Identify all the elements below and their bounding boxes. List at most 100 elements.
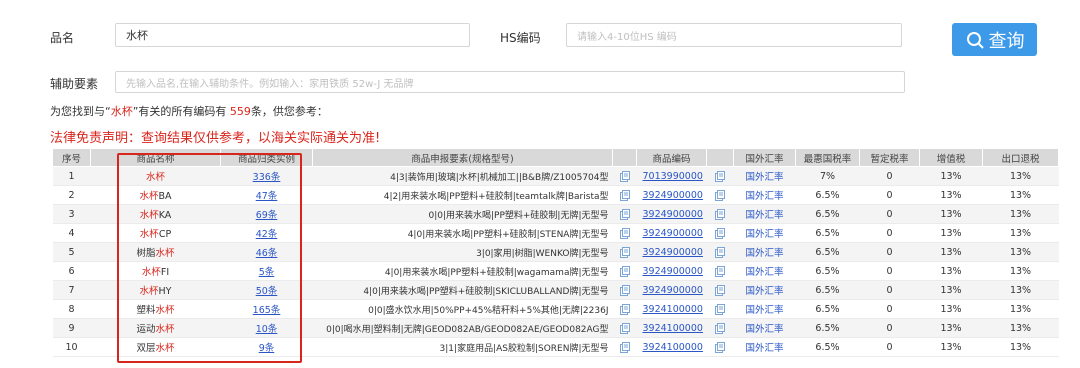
table-header-cell: 商品编码 [636, 148, 707, 167]
hs-code-link[interactable]: 7013990000 [643, 171, 703, 182]
cases-link[interactable]: 46条 [256, 248, 278, 259]
mfn-rate: 6.5% [795, 280, 860, 300]
mfn-rate: 6.5% [795, 337, 860, 357]
foreign-rate: 国外汇率 [733, 223, 796, 243]
classification-cases: 46条 [220, 242, 313, 262]
foreign-rate: 国外汇率 [733, 166, 796, 186]
copy-icon[interactable] [619, 265, 630, 277]
product-name: 水杯BA [90, 185, 221, 205]
cases-link[interactable]: 5条 [259, 267, 275, 278]
copy-icon[interactable] [715, 246, 725, 258]
copy-icon[interactable] [619, 322, 630, 334]
foreign-rate-link[interactable]: 国外汇率 [745, 248, 783, 259]
foreign-rate-link[interactable]: 国外汇率 [745, 343, 783, 354]
cases-link[interactable]: 42条 [256, 229, 278, 240]
hs-code-link[interactable]: 3924900000 [643, 228, 703, 239]
copy-icon[interactable] [619, 208, 630, 220]
copy-elements-cell [612, 166, 637, 186]
table-row: 4 水杯CP 42条 4|0|用来装水喝|PP塑料+硅胶制|STENA牌|无型号 392… [52, 223, 1059, 243]
declaration-elements: 4|0|用来装水喝|PP塑料+硅胶制|SKICLUBALLAND牌|无型号 [312, 280, 613, 300]
foreign-rate-link[interactable]: 国外汇率 [745, 305, 783, 316]
copy-icon[interactable] [619, 170, 630, 182]
vat-rate: 13% [919, 337, 983, 357]
cases-link[interactable]: 10条 [256, 324, 278, 335]
copy-icon[interactable] [715, 189, 725, 201]
foreign-rate-link[interactable]: 国外汇率 [745, 210, 783, 221]
hs-code: 3924900000 [636, 261, 707, 281]
cases-link[interactable]: 9条 [259, 343, 275, 354]
product-name-input[interactable]: 水杯 [115, 23, 470, 47]
table-row: 7 水杯HY 50条 4|0|用来装水喝|PP塑料+硅胶制|SKICLUBALLAND… [52, 280, 1059, 300]
copy-icon[interactable] [715, 322, 725, 334]
table-header-cell: 商品申报要素(规格型号) [312, 148, 613, 167]
copy-icon[interactable] [715, 284, 725, 296]
hs-code: 3924100000 [636, 337, 707, 357]
vat-rate: 13% [919, 166, 983, 186]
hs-code-link[interactable]: 3924900000 [643, 190, 703, 201]
table-header-cell: 商品归类实例 [220, 148, 313, 167]
copy-icon[interactable] [715, 265, 725, 277]
table-header-cell: 序号 [52, 148, 91, 167]
declaration-elements: 0|0|喝水用|塑料制|无牌|GEOD082AB/GEOD082AE/GEOD0… [312, 318, 613, 338]
declaration-elements: 3|0|家用|树脂|WENKO牌|无型号 [312, 242, 613, 262]
copy-icon[interactable] [619, 341, 630, 353]
copy-icon[interactable] [619, 227, 630, 239]
hs-code-link[interactable]: 3924100000 [643, 342, 703, 353]
copy-code-cell [706, 337, 734, 357]
aux-elements-input[interactable]: 先输入品名,在输入辅助条件。例如输入：家用铁质 52w-J 无品牌 [115, 71, 905, 93]
mfn-rate: 6.5% [795, 242, 860, 262]
vat-rate: 13% [919, 299, 983, 319]
cases-link[interactable]: 47条 [256, 191, 278, 202]
copy-icon[interactable] [715, 208, 725, 220]
hs-code-link[interactable]: 3924900000 [643, 209, 703, 220]
foreign-rate: 国外汇率 [733, 204, 796, 224]
classification-cases: 69条 [220, 204, 313, 224]
product-name: 树脂水杯 [90, 242, 221, 262]
aux-elements-label: 辅助要素 [50, 77, 99, 91]
copy-icon[interactable] [619, 189, 630, 201]
foreign-rate-link[interactable]: 国外汇率 [745, 229, 783, 240]
foreign-rate-link[interactable]: 国外汇率 [745, 172, 783, 183]
foreign-rate-link[interactable]: 国外汇率 [745, 324, 783, 335]
row-number: 1 [52, 166, 91, 186]
declaration-elements: 0|0|用来装水喝|PP塑料+硅胶制|无牌|无型号 [312, 204, 613, 224]
copy-icon[interactable] [715, 227, 725, 239]
copy-icon[interactable] [619, 246, 630, 258]
foreign-rate-link[interactable]: 国外汇率 [745, 286, 783, 297]
classification-cases: 50条 [220, 280, 313, 300]
provisional-rate: 0 [859, 185, 920, 205]
hs-code-link[interactable]: 3924100000 [643, 304, 703, 315]
foreign-rate-link[interactable]: 国外汇率 [745, 191, 783, 202]
row-number: 9 [52, 318, 91, 338]
hs-code-input[interactable]: 请输入4-10位HS 编码 [566, 23, 902, 47]
product-name: 塑料水杯 [90, 299, 221, 319]
provisional-rate: 0 [859, 337, 920, 357]
copy-icon[interactable] [619, 303, 630, 315]
cases-link[interactable]: 50条 [256, 286, 278, 297]
copy-icon[interactable] [715, 170, 725, 182]
results-table: 序号 商品名称 商品归类实例 商品申报要素(规格型号) 商品编码 国外汇率 最惠国税率 暂定税… [52, 148, 1059, 357]
copy-icon[interactable] [619, 284, 630, 296]
copy-icon[interactable] [715, 341, 725, 353]
result-keyword: 水杯 [110, 105, 133, 118]
copy-icon[interactable] [715, 303, 725, 315]
hs-code-link[interactable]: 3924900000 [643, 285, 703, 296]
hs-code-link[interactable]: 3924900000 [643, 247, 703, 258]
foreign-rate: 国外汇率 [733, 280, 796, 300]
row-number: 2 [52, 185, 91, 205]
search-button[interactable]: 查询 [952, 23, 1037, 56]
hs-code-link[interactable]: 3924100000 [643, 323, 703, 334]
hs-code: 3924100000 [636, 318, 707, 338]
foreign-rate: 国外汇率 [733, 185, 796, 205]
foreign-rate-link[interactable]: 国外汇率 [745, 267, 783, 278]
hs-code-link[interactable]: 3924900000 [643, 266, 703, 277]
export-rebate: 13% [982, 299, 1059, 319]
export-rebate: 13% [982, 223, 1059, 243]
foreign-rate: 国外汇率 [733, 318, 796, 338]
cases-link[interactable]: 336条 [253, 172, 281, 183]
cases-link[interactable]: 165条 [253, 305, 281, 316]
table-header-cell [612, 148, 637, 167]
copy-code-cell [706, 318, 734, 338]
classification-cases: 42条 [220, 223, 313, 243]
cases-link[interactable]: 69条 [256, 210, 278, 221]
